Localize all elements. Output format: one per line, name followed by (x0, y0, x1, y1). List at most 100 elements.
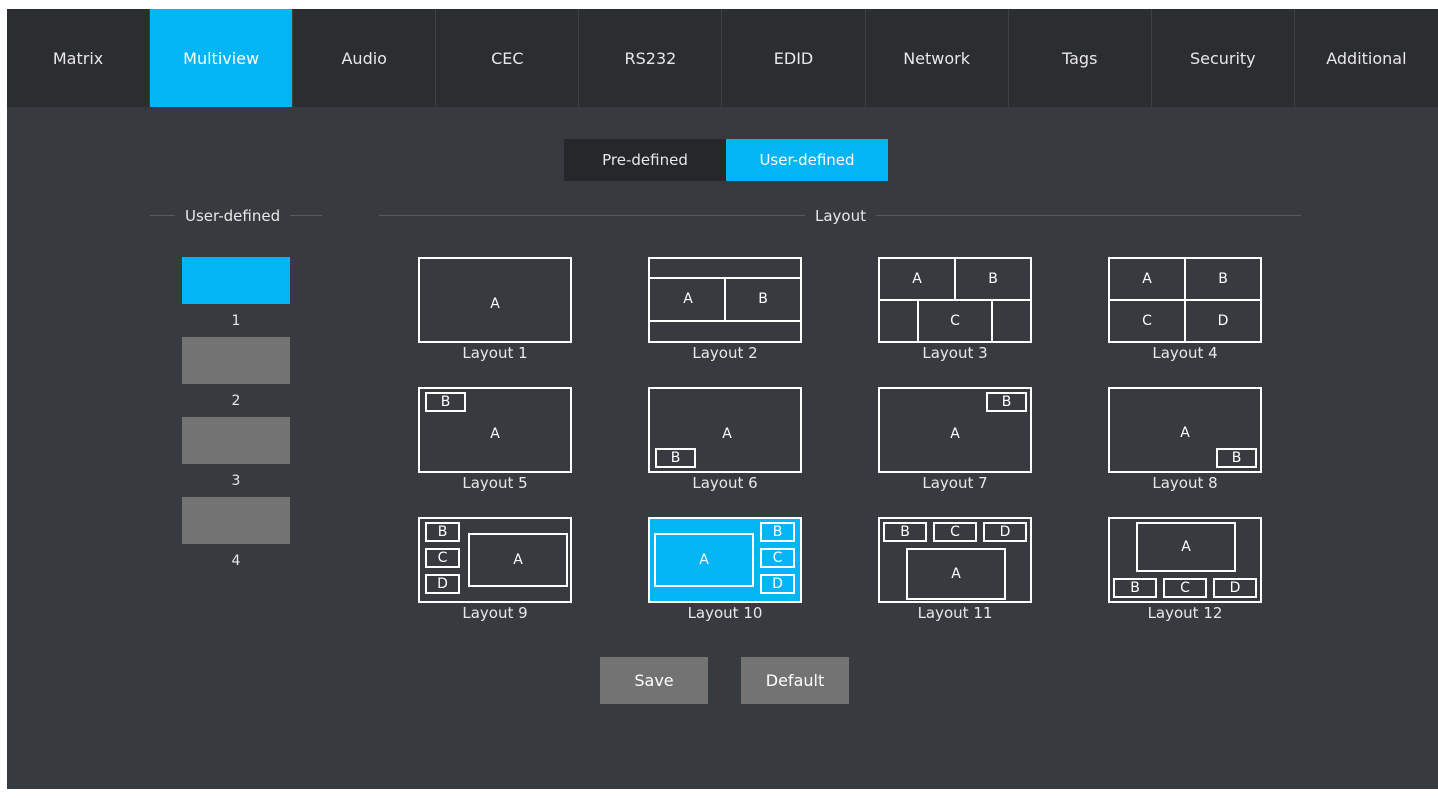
tab-edid[interactable]: EDID (722, 9, 866, 107)
region-b-label: B (883, 522, 927, 542)
layout-label: Layout 1 (462, 344, 528, 362)
mode-toggle: Pre-defined User-defined (564, 139, 888, 181)
region-c-label: C (1163, 578, 1207, 598)
userdefined-button[interactable]: User-defined (726, 139, 888, 181)
region-a-label: A (950, 426, 960, 442)
layout-3-thumbnail: A B C (878, 257, 1032, 343)
user-slot-3[interactable] (182, 417, 290, 464)
tab-security[interactable]: Security (1151, 9, 1295, 107)
multiview-app: Matrix Multiview Audio CEC RS232 EDID Ne… (7, 9, 1438, 789)
tab-multiview[interactable]: Multiview (150, 9, 294, 107)
region-b-label: B (655, 448, 696, 468)
layout-card-2[interactable]: A B Layout 2 (648, 257, 802, 371)
region-b-label: B (988, 271, 998, 287)
default-button[interactable]: Default (741, 657, 849, 704)
tab-tags[interactable]: Tags (1008, 9, 1152, 107)
userdefined-title: User-defined (175, 207, 291, 225)
divider-line (917, 301, 919, 341)
layout-8-thumbnail: A B (1108, 387, 1262, 473)
predefined-button[interactable]: Pre-defined (564, 139, 726, 181)
layout-10-thumbnail: A B C D (648, 517, 802, 603)
divider-line (991, 301, 993, 341)
region-a-label: A (468, 533, 568, 587)
layout-11-thumbnail: B C D A (878, 517, 1032, 603)
divider-line (880, 299, 1030, 301)
tab-matrix[interactable]: Matrix (7, 9, 151, 107)
region-d-label: D (983, 522, 1027, 542)
region-c-label: C (1142, 313, 1152, 329)
layout-label: Layout 9 (462, 604, 528, 622)
layout-card-3[interactable]: A B C Layout 3 (878, 257, 1032, 371)
layout-card-1[interactable]: A Layout 1 (418, 257, 572, 371)
region-a-label: A (912, 271, 922, 287)
tab-rs232[interactable]: RS232 (579, 9, 723, 107)
region-a-label: A (1142, 271, 1152, 287)
layout-label: Layout 2 (692, 344, 758, 362)
region-a-label: A (683, 291, 693, 307)
region-b-label: B (986, 392, 1027, 412)
layout-title: Layout (805, 207, 876, 225)
user-slot-number: 2 (231, 393, 241, 409)
region-a-label: A (906, 548, 1006, 600)
user-slot-2[interactable] (182, 337, 290, 384)
region-b-label: B (760, 522, 795, 542)
region-d-label: D (425, 574, 460, 594)
layout-card-7[interactable]: A B Layout 7 (878, 387, 1032, 501)
divider-line (954, 259, 956, 299)
layout-9-thumbnail: B C D A (418, 517, 572, 603)
layout-5-thumbnail: A B (418, 387, 572, 473)
layout-label: Layout 6 (692, 474, 758, 492)
layout-label: Layout 10 (687, 604, 763, 622)
layout-label: Layout 7 (922, 474, 988, 492)
layout-6-thumbnail: A B (648, 387, 802, 473)
region-d-label: D (760, 574, 795, 594)
tab-network[interactable]: Network (865, 9, 1009, 107)
layout-label: Layout 8 (1152, 474, 1218, 492)
top-nav: Matrix Multiview Audio CEC RS232 EDID Ne… (7, 9, 1438, 107)
user-slot-number: 1 (231, 313, 241, 329)
divider-line (724, 279, 726, 320)
divider-line (1184, 259, 1186, 341)
region-a-label: A (654, 533, 754, 587)
region-a-label: A (1180, 425, 1190, 441)
layout-card-11[interactable]: B C D A Layout 11 (878, 517, 1032, 631)
region-d-label: D (1213, 578, 1257, 598)
region-b-label: B (1113, 578, 1157, 598)
layout-card-8[interactable]: A B Layout 8 (1108, 387, 1262, 501)
user-slot-number: 4 (231, 553, 241, 569)
layout-card-5[interactable]: A B Layout 5 (418, 387, 572, 501)
region-d-label: D (1217, 313, 1229, 329)
layout-1-thumbnail: A (418, 257, 572, 343)
tab-cec[interactable]: CEC (436, 9, 580, 107)
region-b-label: B (1216, 448, 1257, 468)
user-slot-number: 3 (231, 473, 241, 489)
tab-audio[interactable]: Audio (293, 9, 437, 107)
layout-card-12[interactable]: A B C D Layout 12 (1108, 517, 1262, 631)
layout-7-thumbnail: A B (878, 387, 1032, 473)
save-button[interactable]: Save (600, 657, 708, 704)
layout-card-10[interactable]: A B C D Layout 10 (648, 517, 802, 631)
layout-label: Layout 3 (922, 344, 988, 362)
divider-line (650, 320, 800, 322)
layout-2-thumbnail: A B (648, 257, 802, 343)
region-a-label: A (722, 426, 732, 442)
layout-12-thumbnail: A B C D (1108, 517, 1262, 603)
region-c-label: C (950, 313, 960, 329)
region-b-label: B (758, 291, 768, 307)
layout-label: Layout 5 (462, 474, 528, 492)
layout-4-thumbnail: A B C D (1108, 257, 1262, 343)
region-b-label: B (1218, 271, 1228, 287)
region-a-label: A (490, 426, 500, 442)
user-slot-1[interactable] (182, 257, 290, 304)
region-a-label: A (490, 296, 500, 312)
layout-label: Layout 4 (1152, 344, 1218, 362)
tab-additional[interactable]: Additional (1294, 9, 1438, 107)
layout-card-4[interactable]: A B C D Layout 4 (1108, 257, 1262, 371)
region-c-label: C (933, 522, 977, 542)
layout-card-6[interactable]: A B Layout 6 (648, 387, 802, 501)
region-b-label: B (425, 392, 466, 412)
user-slot-4[interactable] (182, 497, 290, 544)
layout-card-9[interactable]: B C D A Layout 9 (418, 517, 572, 631)
region-b-label: B (425, 522, 460, 542)
region-a-label: A (1136, 522, 1236, 572)
